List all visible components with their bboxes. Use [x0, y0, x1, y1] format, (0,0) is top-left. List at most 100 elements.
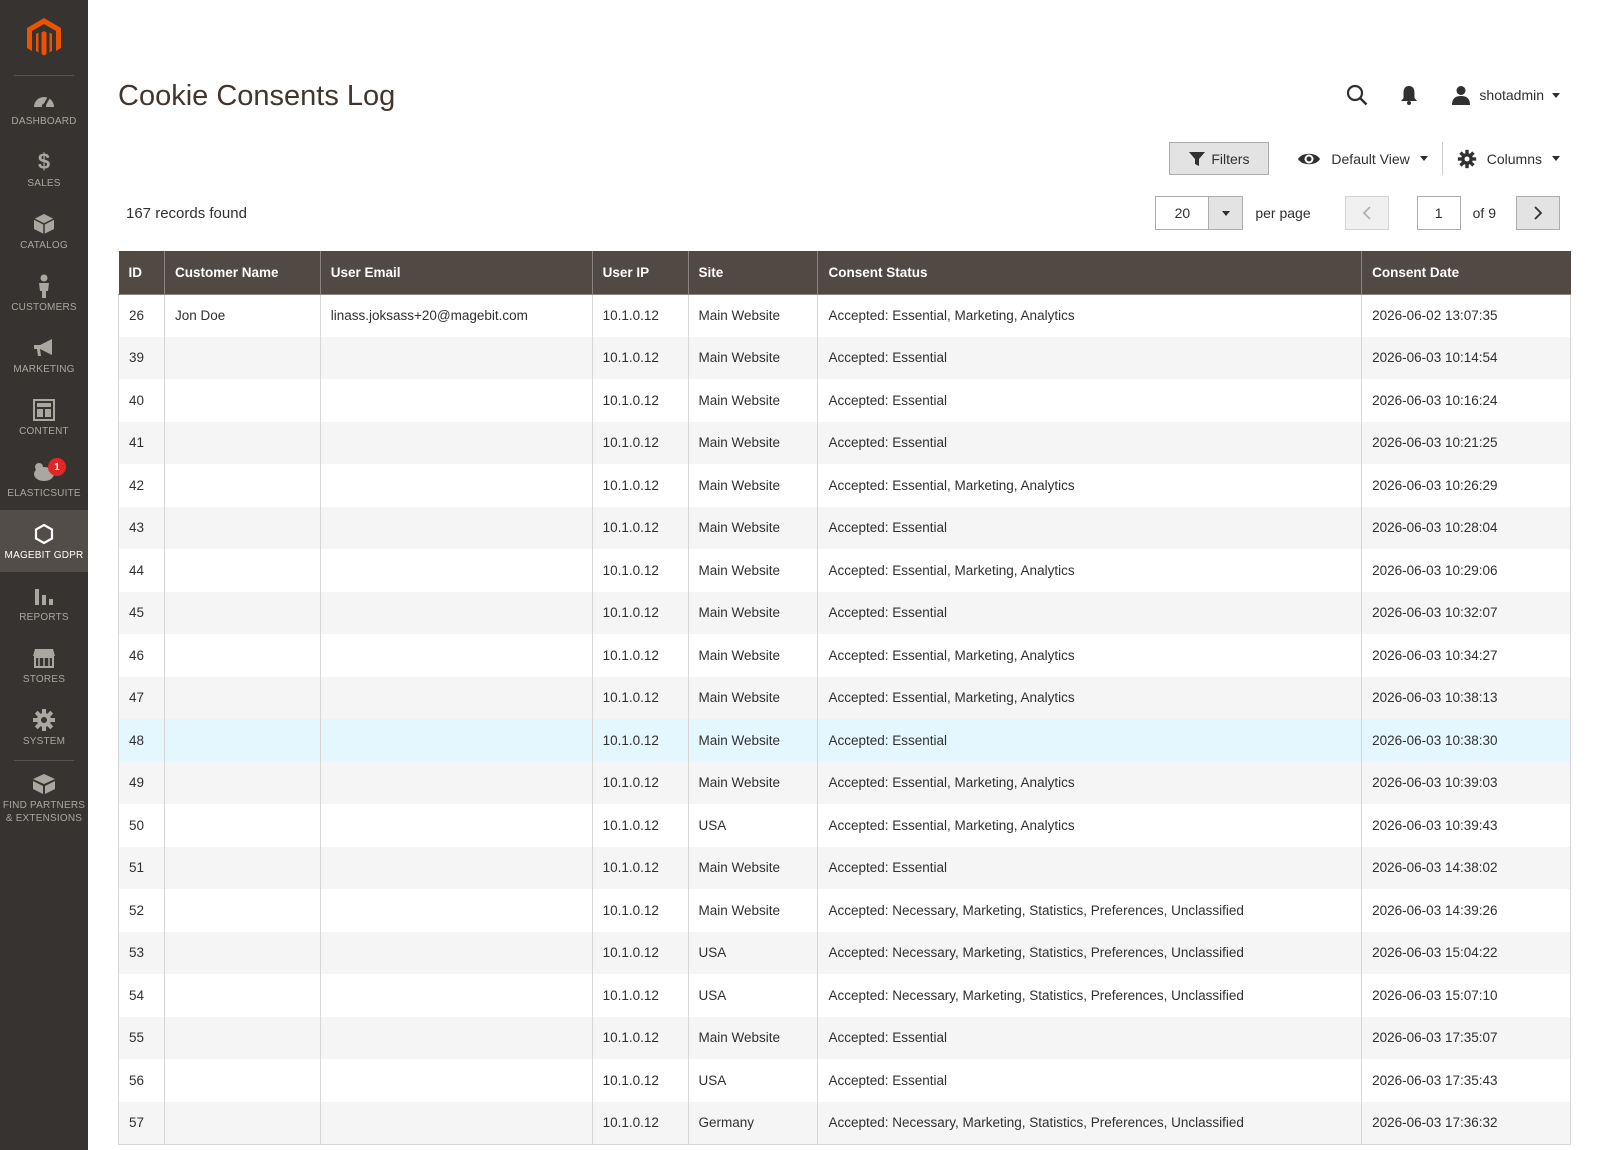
- table-row[interactable]: 46 10.1.0.12 Main Website Accepted: Essenti…: [118, 634, 1571, 677]
- per-page-label: per page: [1255, 205, 1311, 221]
- chevron-right-icon: [1534, 206, 1543, 220]
- notifications-bell-icon[interactable]: [1383, 80, 1435, 110]
- cell-consent-status: Accepted: Essential: [817, 506, 1363, 549]
- table-row[interactable]: 26 Jon Doe linass.joksass+20@magebit.com 10…: [118, 294, 1571, 337]
- cell-user-email: [320, 1016, 593, 1059]
- columns-dropdown[interactable]: Columns: [1457, 149, 1560, 169]
- table-row[interactable]: 51 10.1.0.12 Main Website Accepted: Essenti…: [118, 846, 1571, 889]
- per-page-select[interactable]: 20: [1155, 196, 1244, 230]
- column-site-header[interactable]: Site: [688, 251, 819, 295]
- sidebar-item-stores[interactable]: STORES: [0, 634, 88, 696]
- cell-user-ip: 10.1.0.12: [592, 294, 689, 337]
- table-row[interactable]: 49 10.1.0.12 Main Website Accepted: Essenti…: [118, 761, 1571, 804]
- current-page-input[interactable]: 1: [1416, 196, 1461, 230]
- cell-customer-name: Jon Doe: [164, 294, 321, 337]
- sidebar-divider: [14, 760, 74, 761]
- cell-site: Main Website: [688, 421, 819, 464]
- cell-consent-date: 2026-06-03 17:35:07: [1361, 1016, 1571, 1059]
- cell-customer-name: [164, 1059, 321, 1102]
- person-icon: [36, 273, 52, 299]
- cell-consent-status: Accepted: Necessary, Marketing, Statisti…: [817, 974, 1363, 1017]
- cell-customer-name: [164, 1101, 321, 1145]
- sidebar-item-reports[interactable]: REPORTS: [0, 572, 88, 634]
- cell-id: 49: [118, 761, 165, 804]
- search-icon[interactable]: [1331, 80, 1383, 110]
- sidebar-item-marketing[interactable]: MARKETING: [0, 324, 88, 386]
- sidebar-item-content[interactable]: CONTENT: [0, 386, 88, 448]
- previous-page-button[interactable]: [1344, 196, 1389, 230]
- sidebar-item-sales[interactable]: $ SALES: [0, 138, 88, 200]
- cell-id: 54: [118, 974, 165, 1017]
- table-row[interactable]: 56 10.1.0.12 USA Accepted: Essential 2026-06…: [118, 1059, 1571, 1102]
- cell-user-ip: 10.1.0.12: [592, 761, 689, 804]
- cell-id: 44: [118, 549, 165, 592]
- cell-site: Main Website: [688, 591, 819, 634]
- cell-consent-status: Accepted: Essential: [817, 719, 1363, 762]
- column-user-ip-header[interactable]: User IP: [592, 251, 689, 295]
- dollar-icon: $: [37, 148, 51, 174]
- cell-user-email: linass.joksass+20@magebit.com: [320, 294, 593, 337]
- table-row[interactable]: 52 10.1.0.12 Main Website Accepted: Necessa…: [118, 889, 1571, 932]
- table-row[interactable]: 57 10.1.0.12 Germany Accepted: Necessary, M…: [118, 1101, 1571, 1145]
- column-user-email-header[interactable]: User Email: [320, 251, 593, 295]
- magento-logo[interactable]: [0, 0, 88, 75]
- sidebar-item-customers[interactable]: CUSTOMERS: [0, 262, 88, 324]
- sidebar-item-magebit-gdpr[interactable]: MAGEBIT GDPR: [0, 510, 88, 572]
- user-account-menu[interactable]: shotadmin: [1451, 85, 1560, 105]
- cell-user-email: [320, 379, 593, 422]
- hexagon-icon: [34, 521, 54, 547]
- table-row[interactable]: 47 10.1.0.12 Main Website Accepted: Essenti…: [118, 676, 1571, 719]
- cell-consent-date: 2026-06-03 17:35:43: [1361, 1059, 1571, 1102]
- sidebar-item-find-partners[interactable]: FIND PARTNERS & EXTENSIONS: [0, 765, 88, 831]
- per-page-toggle[interactable]: [1208, 197, 1243, 229]
- filters-button[interactable]: Filters: [1169, 142, 1270, 175]
- column-customer-name-header[interactable]: Customer Name: [164, 251, 321, 295]
- sidebar-item-label: CONTENT: [19, 425, 69, 437]
- gear-icon: [32, 707, 56, 733]
- cell-user-ip: 10.1.0.12: [592, 421, 689, 464]
- cell-id: 46: [118, 634, 165, 677]
- column-consent-date-header[interactable]: Consent Date: [1361, 251, 1571, 295]
- table-row[interactable]: 55 10.1.0.12 Main Website Accepted: Essenti…: [118, 1016, 1571, 1059]
- table-row[interactable]: 54 10.1.0.12 USA Accepted: Necessary, Marke…: [118, 974, 1571, 1017]
- table-row[interactable]: 45 10.1.0.12 Main Website Accepted: Essenti…: [118, 591, 1571, 634]
- table-row[interactable]: 44 10.1.0.12 Main Website Accepted: Essenti…: [118, 549, 1571, 592]
- sidebar-item-label: MARKETING: [13, 363, 75, 375]
- default-view-dropdown[interactable]: Default View: [1297, 142, 1443, 175]
- table-row[interactable]: 39 10.1.0.12 Main Website Accepted: Essenti…: [118, 336, 1571, 379]
- next-page-button[interactable]: [1516, 196, 1560, 230]
- cell-site: Main Website: [688, 379, 819, 422]
- cell-customer-name: [164, 379, 321, 422]
- cell-user-ip: 10.1.0.12: [592, 506, 689, 549]
- cell-customer-name: [164, 761, 321, 804]
- cell-user-email: [320, 931, 593, 974]
- table-row[interactable]: 43 10.1.0.12 Main Website Accepted: Essenti…: [118, 506, 1571, 549]
- table-row[interactable]: 48 10.1.0.12 Main Website Accepted: Essenti…: [118, 719, 1571, 762]
- cell-user-ip: 10.1.0.12: [592, 804, 689, 847]
- cell-user-ip: 10.1.0.12: [592, 719, 689, 762]
- view-label: Default View: [1331, 150, 1410, 167]
- sidebar-item-system[interactable]: SYSTEM: [0, 696, 88, 758]
- magento-logo-icon: [27, 17, 61, 55]
- table-row[interactable]: 50 10.1.0.12 USA Accepted: Essential, Marke…: [118, 804, 1571, 847]
- sidebar-item-dashboard[interactable]: DASHBOARD: [0, 76, 88, 138]
- megaphone-icon: [32, 335, 56, 361]
- cell-customer-name: [164, 804, 321, 847]
- cell-customer-name: [164, 676, 321, 719]
- cell-site: USA: [688, 804, 819, 847]
- cell-user-email: [320, 506, 593, 549]
- table-row[interactable]: 53 10.1.0.12 USA Accepted: Necessary, Marke…: [118, 931, 1571, 974]
- cell-user-ip: 10.1.0.12: [592, 379, 689, 422]
- sidebar-item-catalog[interactable]: CATALOG: [0, 200, 88, 262]
- cell-consent-status: Accepted: Necessary, Marketing, Statisti…: [817, 1101, 1363, 1145]
- gear-icon: [1457, 149, 1476, 168]
- grid-body: 26 Jon Doe linass.joksass+20@magebit.com 10…: [118, 294, 1571, 1145]
- column-id-header[interactable]: ID: [118, 251, 165, 295]
- table-row[interactable]: 41 10.1.0.12 Main Website Accepted: Essenti…: [118, 421, 1571, 464]
- column-consent-status-header[interactable]: Consent Status: [817, 251, 1363, 295]
- sidebar-item-elasticsuite[interactable]: 1 ELASTICSUITE: [0, 448, 88, 510]
- cell-site: Main Website: [688, 464, 819, 507]
- table-row[interactable]: 42 10.1.0.12 Main Website Accepted: Essenti…: [118, 464, 1571, 507]
- table-row[interactable]: 40 10.1.0.12 Main Website Accepted: Essenti…: [118, 379, 1571, 422]
- cell-consent-date: 2026-06-02 13:07:35: [1361, 294, 1571, 337]
